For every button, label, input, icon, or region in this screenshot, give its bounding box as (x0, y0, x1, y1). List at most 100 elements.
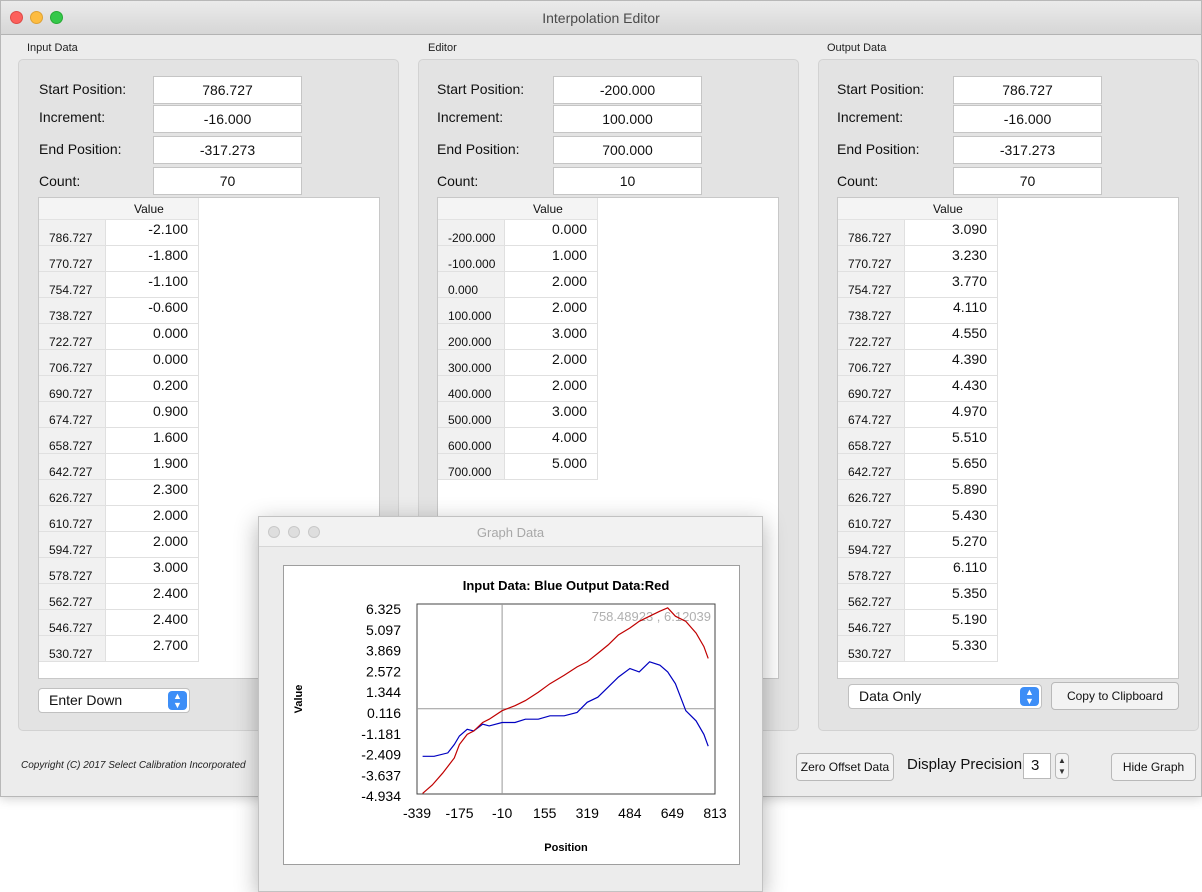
table-row[interactable]: 658.727 5.510 (838, 428, 998, 454)
input-start-position-field[interactable]: 786.727 (153, 76, 302, 104)
value-cell[interactable]: 2.700 (106, 636, 199, 662)
value-cell[interactable]: 2.300 (106, 480, 199, 506)
output-count-field[interactable]: 70 (953, 167, 1102, 195)
precision-stepper[interactable]: ▲ ▼ (1055, 753, 1069, 779)
table-row[interactable]: 770.727 3.230 (838, 246, 998, 272)
table-row[interactable]: 754.727 -1.100 (39, 272, 199, 298)
table-row[interactable]: 562.727 2.400 (39, 584, 199, 610)
table-row[interactable]: 722.727 4.550 (838, 324, 998, 350)
input-end-position-field[interactable]: -317.273 (153, 136, 302, 164)
value-cell[interactable]: 1.000 (505, 246, 598, 272)
value-cell[interactable]: 2.400 (106, 610, 199, 636)
value-cell[interactable]: 5.350 (905, 584, 998, 610)
table-row[interactable]: 200.000 3.000 (438, 324, 598, 350)
output-increment-field[interactable]: -16.000 (953, 105, 1102, 133)
value-cell[interactable]: 4.430 (905, 376, 998, 402)
value-cell[interactable]: 3.000 (505, 324, 598, 350)
table-row[interactable]: 722.727 0.000 (39, 324, 199, 350)
editor-increment-field[interactable]: 100.000 (553, 105, 702, 133)
hide-graph-button[interactable]: Hide Graph (1111, 753, 1196, 781)
value-cell[interactable]: 5.510 (905, 428, 998, 454)
value-cell[interactable]: 0.900 (106, 402, 199, 428)
table-row[interactable]: 594.727 2.000 (39, 532, 199, 558)
table-row[interactable]: 706.727 0.000 (39, 350, 199, 376)
table-row[interactable]: 738.727 4.110 (838, 298, 998, 324)
value-cell[interactable]: 5.270 (905, 532, 998, 558)
value-cell[interactable]: 2.000 (106, 506, 199, 532)
value-cell[interactable]: 6.110 (905, 558, 998, 584)
value-cell[interactable]: 4.550 (905, 324, 998, 350)
value-cell[interactable]: 5.330 (905, 636, 998, 662)
display-mode-popup[interactable]: Data Only ▲ ▼ (848, 684, 1042, 709)
value-cell[interactable]: 3.000 (505, 402, 598, 428)
table-row[interactable]: 300.000 2.000 (438, 350, 598, 376)
table-row[interactable]: 500.000 3.000 (438, 402, 598, 428)
table-row[interactable]: 594.727 5.270 (838, 532, 998, 558)
table-header[interactable]: Value (39, 198, 199, 220)
value-cell[interactable]: 3.090 (905, 220, 998, 246)
table-row[interactable]: 610.727 2.000 (39, 506, 199, 532)
editor-start-position-field[interactable]: -200.000 (553, 76, 702, 104)
table-row[interactable]: 530.727 5.330 (838, 636, 998, 662)
value-cell[interactable]: 0.200 (106, 376, 199, 402)
value-cell[interactable]: 2.000 (505, 298, 598, 324)
value-cell[interactable]: 5.430 (905, 506, 998, 532)
table-row[interactable]: 400.000 2.000 (438, 376, 598, 402)
table-header[interactable]: Value (838, 198, 998, 220)
value-cell[interactable]: 2.400 (106, 584, 199, 610)
copy-to-clipboard-button[interactable]: Copy to Clipboard (1051, 682, 1179, 710)
output-end-position-field[interactable]: -317.273 (953, 136, 1102, 164)
table-row[interactable]: 642.727 1.900 (39, 454, 199, 480)
value-cell[interactable]: 0.000 (106, 350, 199, 376)
value-cell[interactable]: 0.000 (505, 220, 598, 246)
value-cell[interactable]: 5.650 (905, 454, 998, 480)
input-increment-field[interactable]: -16.000 (153, 105, 302, 133)
table-row[interactable]: 0.000 2.000 (438, 272, 598, 298)
zero-offset-data-button[interactable]: Zero Offset Data (796, 753, 894, 781)
value-cell[interactable]: 2.000 (106, 532, 199, 558)
table-row[interactable]: 674.727 4.970 (838, 402, 998, 428)
table-row[interactable]: -100.000 1.000 (438, 246, 598, 272)
value-cell[interactable]: 5.000 (505, 454, 598, 480)
table-row[interactable]: 562.727 5.350 (838, 584, 998, 610)
value-cell[interactable]: -1.100 (106, 272, 199, 298)
plot-area[interactable]: 758.48923 , 6.12039 Input Data: Blue Outp… (283, 565, 740, 865)
table-row[interactable]: 546.727 2.400 (39, 610, 199, 636)
value-cell[interactable]: -0.600 (106, 298, 199, 324)
table-row[interactable]: 530.727 2.700 (39, 636, 199, 662)
value-cell[interactable]: 3.770 (905, 272, 998, 298)
value-cell[interactable]: 2.000 (505, 376, 598, 402)
table-row[interactable]: 626.727 2.300 (39, 480, 199, 506)
table-row[interactable]: 658.727 1.600 (39, 428, 199, 454)
table-row[interactable]: 578.727 3.000 (39, 558, 199, 584)
table-row[interactable]: 546.727 5.190 (838, 610, 998, 636)
value-cell[interactable]: 5.890 (905, 480, 998, 506)
value-cell[interactable]: 1.900 (106, 454, 199, 480)
value-cell[interactable]: 4.970 (905, 402, 998, 428)
output-data-table[interactable]: Value 786.727 3.090 770.727 3.230 754.727 3.7… (837, 197, 1179, 679)
value-cell[interactable]: -2.100 (106, 220, 199, 246)
editor-count-field[interactable]: 10 (553, 167, 702, 195)
table-row[interactable]: 626.727 5.890 (838, 480, 998, 506)
table-row[interactable]: 690.727 4.430 (838, 376, 998, 402)
input-count-field[interactable]: 70 (153, 167, 302, 195)
value-cell[interactable]: 2.000 (505, 350, 598, 376)
value-cell[interactable]: 0.000 (106, 324, 199, 350)
table-row[interactable]: 610.727 5.430 (838, 506, 998, 532)
table-row[interactable]: 674.727 0.900 (39, 402, 199, 428)
table-row[interactable]: 600.000 4.000 (438, 428, 598, 454)
table-row[interactable]: 754.727 3.770 (838, 272, 998, 298)
table-row[interactable]: 738.727 -0.600 (39, 298, 199, 324)
line-chart[interactable]: 758.48923 , 6.12039 Input Data: Blue Outp… (284, 566, 741, 866)
value-cell[interactable]: 4.000 (505, 428, 598, 454)
editor-end-position-field[interactable]: 700.000 (553, 136, 702, 164)
entry-mode-popup[interactable]: Enter Down ▲ ▼ (38, 688, 190, 713)
table-row[interactable]: 100.000 2.000 (438, 298, 598, 324)
value-cell[interactable]: 3.230 (905, 246, 998, 272)
table-row[interactable]: 578.727 6.110 (838, 558, 998, 584)
table-row[interactable]: 700.000 5.000 (438, 454, 598, 480)
value-cell[interactable]: 3.000 (106, 558, 199, 584)
table-row[interactable]: 770.727 -1.800 (39, 246, 199, 272)
table-row[interactable]: 642.727 5.650 (838, 454, 998, 480)
value-cell[interactable]: -1.800 (106, 246, 199, 272)
